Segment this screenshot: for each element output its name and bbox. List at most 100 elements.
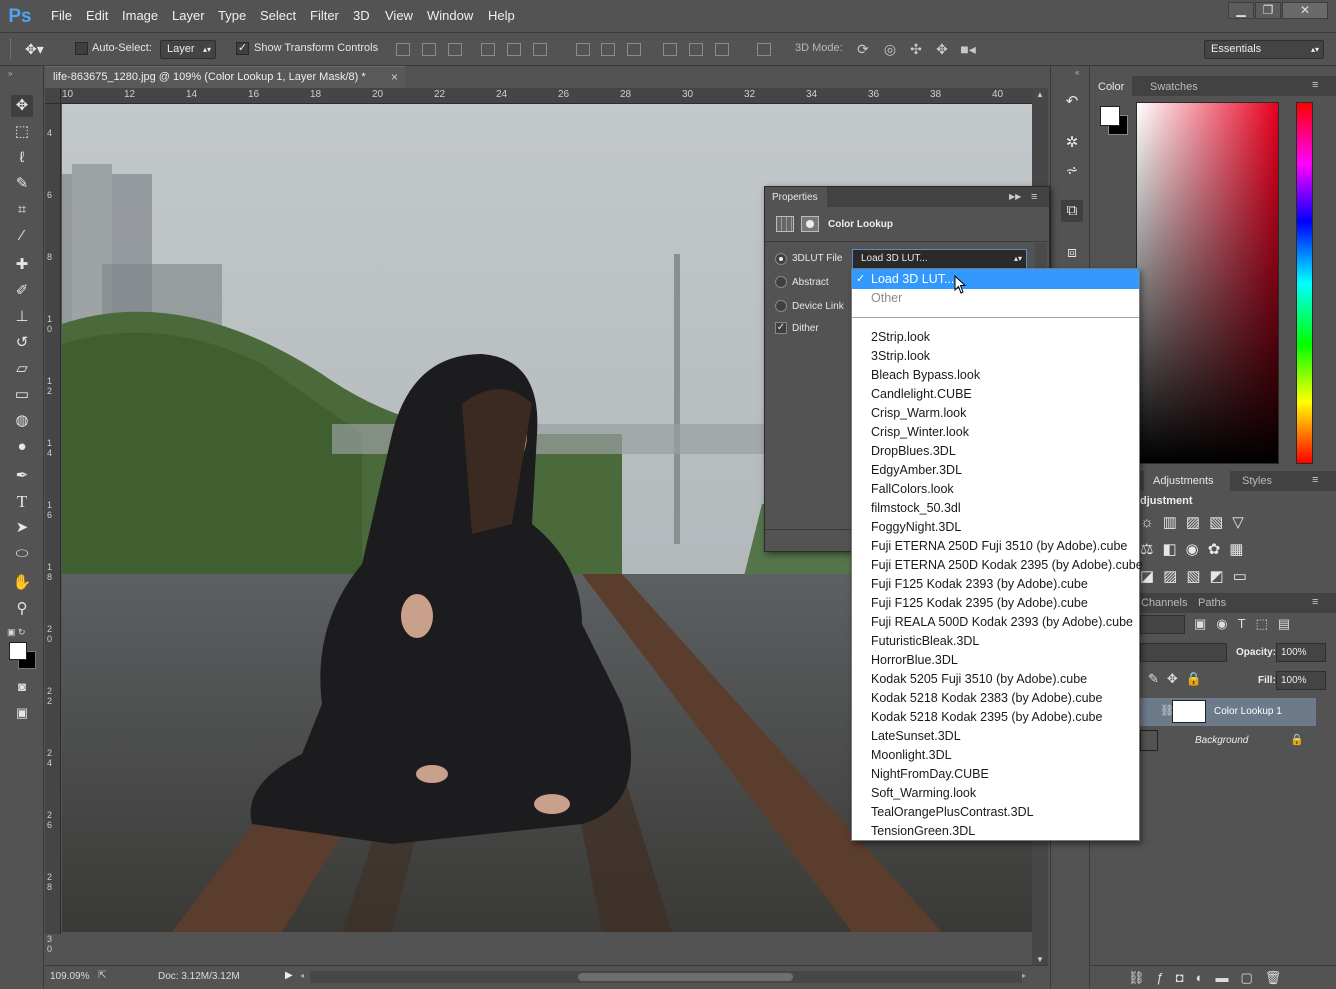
distribute-left-icon[interactable]: [663, 43, 677, 56]
dropdown-item[interactable]: Kodak 5218 Kodak 2395 (by Adobe).cube: [871, 710, 1102, 724]
zoom-tool-icon[interactable]: ⚲: [11, 598, 33, 620]
menu-window[interactable]: Window: [427, 8, 473, 23]
dropdown-item[interactable]: Kodak 5218 Kodak 2383 (by Adobe).cube: [871, 691, 1102, 705]
dropdown-item[interactable]: FuturisticBleak.3DL: [871, 634, 979, 648]
adjustment-icons-row-1[interactable]: ☼▥▨▧▽: [1140, 513, 1253, 531]
info-panel-icon[interactable]: ⧈: [1061, 242, 1083, 264]
history-brush-tool-icon[interactable]: ↺: [11, 332, 33, 354]
minimize-button[interactable]: ▁: [1228, 2, 1254, 19]
layers-menu-icon[interactable]: ≡: [1312, 596, 1318, 608]
eyedropper-tool-icon[interactable]: ⁄: [11, 225, 33, 247]
hue-slider[interactable]: [1296, 102, 1313, 464]
scroll-left-icon[interactable]: ◂: [300, 971, 304, 980]
dropdown-item[interactable]: Candlelight.CUBE: [871, 387, 972, 401]
menu-edit[interactable]: Edit: [86, 8, 108, 23]
path-select-tool-icon[interactable]: ➤: [11, 517, 33, 539]
scroll-right-icon[interactable]: ▸: [1022, 971, 1026, 980]
zoom-level[interactable]: 109.09%: [50, 971, 89, 982]
gradient-tool-icon[interactable]: ▭: [11, 384, 33, 406]
horizontal-scrollbar[interactable]: [310, 971, 1022, 983]
layers-footer-icons[interactable]: ⛓ƒ◘◐▬▢🗑: [1128, 970, 1293, 986]
layer-row-background[interactable]: Background 🔒: [1138, 727, 1316, 755]
adjustment-icons-row-3[interactable]: ◪▨▧◩▭: [1140, 567, 1256, 585]
dropdown-item[interactable]: HorrorBlue.3DL: [871, 653, 958, 667]
close-document-icon[interactable]: ×: [391, 70, 398, 84]
align-vcenter-icon[interactable]: [422, 43, 436, 56]
screen-mode-icon[interactable]: ▣: [11, 702, 33, 724]
auto-select-dropdown[interactable]: Layer ▴▾: [160, 40, 216, 59]
dropdown-item[interactable]: Fuji ETERNA 250D Fuji 3510 (by Adobe).cu…: [871, 539, 1127, 553]
radio-3dlut[interactable]: [775, 253, 787, 265]
layer-mask-icon[interactable]: [801, 216, 819, 232]
dropdown-item[interactable]: Fuji REALA 500D Kodak 2393 (by Adobe).cu…: [871, 615, 1133, 629]
distribute-top-icon[interactable]: [576, 43, 590, 56]
scroll-down-icon[interactable]: ▼: [1036, 955, 1044, 964]
status-menu-icon[interactable]: ▶: [285, 970, 293, 981]
horizontal-scroll-thumb[interactable]: [578, 973, 793, 981]
blend-mode-dropdown[interactable]: [1140, 643, 1227, 662]
properties-panel-icon[interactable]: ⧉: [1061, 200, 1083, 222]
menu-filter[interactable]: Filter: [310, 8, 339, 23]
quick-mask-icon[interactable]: ◙: [11, 676, 33, 698]
radio-abstract[interactable]: [775, 276, 787, 288]
dropdown-item[interactable]: 2Strip.look: [871, 330, 930, 344]
workspace-dropdown[interactable]: Essentials ▴▾: [1204, 40, 1324, 59]
dropdown-item[interactable]: Crisp_Winter.look: [871, 425, 969, 439]
tab-styles[interactable]: Styles: [1242, 475, 1272, 487]
3d-orbit-icon[interactable]: ⟳: [855, 42, 871, 57]
menu-3d[interactable]: 3D: [353, 8, 370, 23]
show-transform-checkbox[interactable]: ✓: [236, 42, 249, 55]
color-fg-swatch[interactable]: [1100, 106, 1120, 126]
layer-row-color-lookup[interactable]: ⛓ Color Lookup 1: [1138, 698, 1316, 726]
dropdown-item[interactable]: TensionGreen.3DL: [871, 824, 975, 838]
dropdown-item[interactable]: Fuji F125 Kodak 2395 (by Adobe).cube: [871, 596, 1088, 610]
properties-menu-icon[interactable]: ≡: [1031, 191, 1037, 203]
clone-stamp-tool-icon[interactable]: ⊥: [11, 306, 33, 328]
pen-tool-icon[interactable]: ✒: [11, 465, 33, 487]
menu-view[interactable]: View: [385, 8, 413, 23]
restore-button[interactable]: ❐: [1255, 2, 1281, 19]
adjust-menu-icon[interactable]: ≡: [1312, 474, 1318, 486]
healing-brush-tool-icon[interactable]: ✚: [11, 254, 33, 276]
default-colors-icon[interactable]: ▣ ↻: [7, 627, 26, 638]
align-right-icon[interactable]: [533, 43, 547, 56]
scroll-up-icon[interactable]: ▲: [1036, 90, 1044, 99]
move-tool-icon[interactable]: ✥: [11, 95, 33, 117]
menu-file[interactable]: File: [51, 8, 72, 23]
dropdown-item[interactable]: FoggyNight.3DL: [871, 520, 961, 534]
dropdown-item[interactable]: EdgyAmber.3DL: [871, 463, 962, 477]
dropdown-item-load-lut[interactable]: ✓ Load 3D LUT...: [852, 269, 1139, 289]
opacity-input[interactable]: 100%: [1276, 643, 1326, 662]
distribute-right-icon[interactable]: [715, 43, 729, 56]
align-left-icon[interactable]: [481, 43, 495, 56]
close-button[interactable]: ✕: [1282, 2, 1328, 19]
brush-tool-icon[interactable]: ✐: [11, 280, 33, 302]
auto-select-checkbox[interactable]: [75, 42, 88, 55]
dropdown-item[interactable]: DropBlues.3DL: [871, 444, 956, 458]
collapse-dock-icon[interactable]: «: [1075, 68, 1079, 77]
dropdown-item[interactable]: Moonlight.3DL: [871, 748, 952, 762]
dither-checkbox[interactable]: ✓: [775, 322, 787, 334]
layer-filter-dropdown[interactable]: [1140, 615, 1185, 634]
dropdown-item[interactable]: LateSunset.3DL: [871, 729, 961, 743]
dropdown-item[interactable]: Fuji F125 Kodak 2393 (by Adobe).cube: [871, 577, 1088, 591]
dodge-tool-icon[interactable]: ●: [11, 436, 33, 458]
3d-slide-icon[interactable]: ✥: [934, 42, 950, 57]
dropdown-item[interactable]: Fuji ETERNA 250D Kodak 2395 (by Adobe).c…: [871, 558, 1143, 572]
color-field[interactable]: [1136, 102, 1279, 464]
3d-camera-icon[interactable]: ■◂: [960, 42, 976, 57]
layer-filter-icons[interactable]: ▣◉T⬚▤: [1194, 616, 1300, 632]
menu-layer[interactable]: Layer: [172, 8, 205, 23]
layer-mask-thumbnail[interactable]: [1172, 700, 1206, 723]
history-panel-icon[interactable]: ↶: [1061, 91, 1083, 113]
quick-select-tool-icon[interactable]: ✎: [11, 173, 33, 195]
distribute-bottom-icon[interactable]: [627, 43, 641, 56]
blur-tool-icon[interactable]: ◍: [11, 410, 33, 432]
dropdown-item[interactable]: NightFromDay.CUBE: [871, 767, 989, 781]
dropdown-item[interactable]: Soft_Warming.look: [871, 786, 976, 800]
collapse-properties-icon[interactable]: ▶▶: [1009, 192, 1021, 201]
dropdown-item[interactable]: Crisp_Warm.look: [871, 406, 966, 420]
move-tool-preset-icon[interactable]: ✥▾: [25, 41, 44, 58]
hand-tool-icon[interactable]: ✋: [11, 572, 33, 594]
export-icon[interactable]: ⇱: [98, 970, 106, 981]
